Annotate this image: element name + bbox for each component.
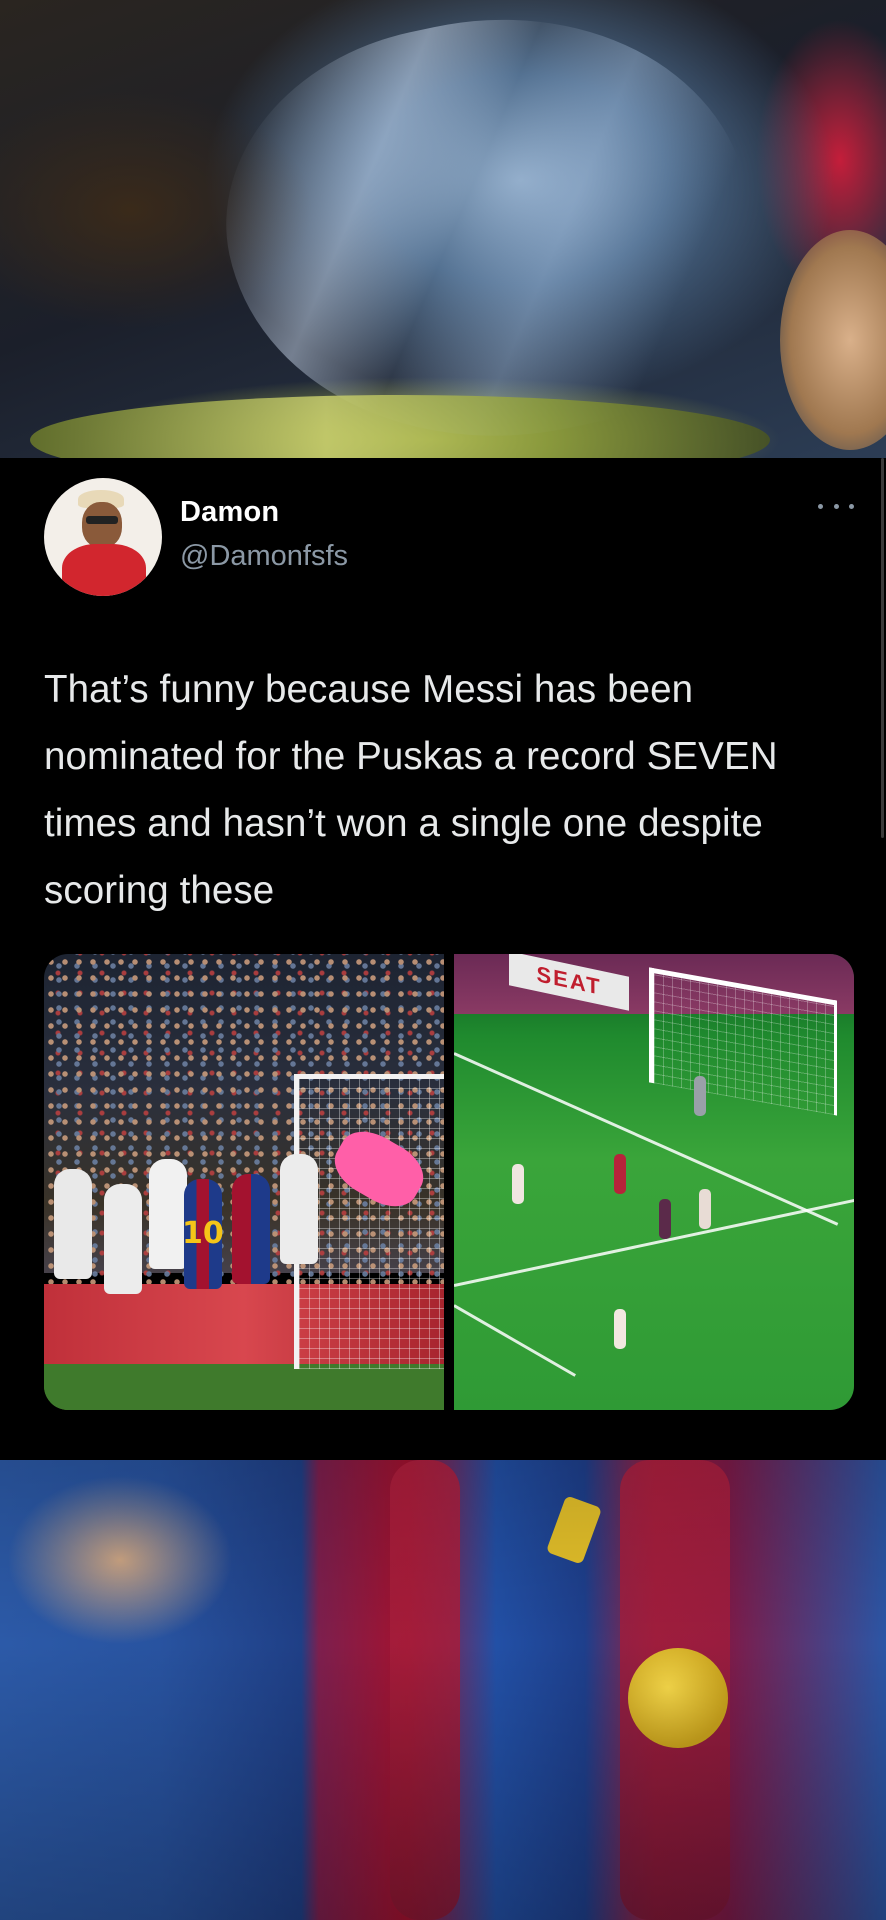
player <box>232 1174 270 1284</box>
trophy-rim <box>30 395 770 458</box>
player <box>149 1159 187 1269</box>
media-grid: 10 SEAT <box>44 954 854 1410</box>
tweet-text: That’s funny because Messi has been nomi… <box>44 668 778 912</box>
player <box>104 1184 142 1294</box>
background-video-top <box>0 0 886 458</box>
more-dot <box>833 503 839 509</box>
avatar-glasses <box>86 516 118 524</box>
author-handle[interactable]: @Damonfsfs <box>180 540 348 573</box>
media-photo-pitch[interactable]: SEAT <box>454 954 854 1410</box>
player <box>280 1154 318 1264</box>
player <box>54 1169 92 1279</box>
avatar-face <box>82 502 122 548</box>
player <box>614 1154 626 1194</box>
player <box>694 1076 706 1116</box>
player <box>699 1189 711 1229</box>
player <box>659 1199 671 1239</box>
author-display-name[interactable]: Damon <box>180 496 279 529</box>
media-photo-free-kick[interactable]: 10 <box>44 954 444 1410</box>
tweet-card[interactable]: Damon @Damonfsfs That’s funny because Me… <box>0 458 886 1460</box>
more-options-icon[interactable] <box>818 494 854 518</box>
jersey-number: 10 <box>182 1216 224 1251</box>
more-dot <box>849 503 854 509</box>
scroll-indicator <box>881 458 884 838</box>
player <box>512 1164 524 1204</box>
more-dot <box>818 503 823 509</box>
avatar[interactable] <box>44 478 162 596</box>
avatar-shirt <box>62 544 146 596</box>
pitch-line <box>454 1304 576 1377</box>
pitch <box>44 1364 444 1410</box>
hand-image <box>780 230 886 450</box>
pitch-line <box>454 1196 854 1287</box>
frame-shadow <box>0 1460 886 1920</box>
player <box>614 1309 626 1349</box>
background-video-bottom <box>0 1460 886 1920</box>
trophy-image <box>192 0 788 458</box>
